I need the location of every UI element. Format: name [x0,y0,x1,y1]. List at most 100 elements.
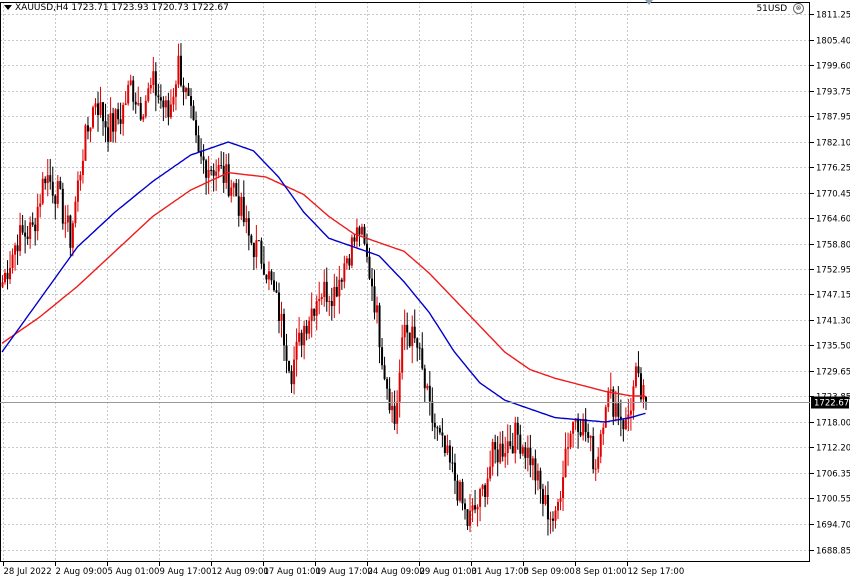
candle-body [398,372,401,402]
candle-body [481,485,484,490]
candle-body [262,263,265,275]
candle-body [479,489,482,507]
candle-body [66,215,69,223]
candle-body [9,267,12,280]
candle-body [71,223,74,248]
y-tick-label: 1688.85 [816,547,850,557]
candle-body [436,427,439,429]
candle-body [318,299,321,302]
candle-body [428,385,431,402]
candle-body [159,97,162,101]
candle-body [418,347,421,349]
candle-body [217,165,220,172]
candle-body [202,156,205,161]
candle-body [466,509,469,526]
candle-body [122,104,125,124]
candle-body [112,113,115,132]
candle-body [456,480,459,501]
candle-body [577,418,580,433]
shift-marker-icon[interactable] [645,0,653,5]
candle-body [270,271,273,281]
candle-body [280,313,283,321]
candle-body [134,101,137,105]
candle-body [504,453,507,457]
current-price-label: 1722.67 [814,399,849,409]
y-tick-label: 1747.15 [816,291,850,301]
y-tick-label: 1706.35 [816,470,850,480]
close-icon[interactable]: ⊗ [793,3,804,14]
candle-body [210,169,213,171]
symbol-info-label: XAUUSD,H4 1723.71 1723.93 1720.73 1722.6… [4,3,229,13]
candle-body [554,510,557,521]
candle-body [579,432,582,436]
candle-body [335,286,338,297]
chart-area[interactable]: 1811.25 1805.40 1799.60 1793.75 1787.95 1782.… [0,0,850,577]
candle-body [469,510,472,526]
candle-body [371,278,374,287]
candle-body [607,390,610,408]
candle-body [338,279,341,297]
candle-body [46,175,49,184]
candle-body [59,181,62,189]
indicator-label: 51USD ⊗ [756,3,804,14]
y-tick-label: 1735.50 [816,342,850,352]
candle-body [24,232,27,237]
candle-body [624,419,627,430]
candle-body [272,280,275,291]
candle-body [14,245,17,255]
candle-body [458,481,461,501]
candle-body [594,468,597,470]
candle-body [142,116,145,120]
candle-body [408,332,411,347]
y-tick-label: 1811.25 [816,11,850,21]
candle-body [230,187,233,196]
candle-body [102,102,105,122]
candle-body [207,169,210,178]
candle-body [383,365,386,380]
x-tick-label: 17 Aug 01:00 [264,567,321,576]
y-tick-label: 1799.60 [816,62,850,72]
candle-body [154,71,157,96]
candle-body [587,432,590,438]
candle-body [423,368,426,389]
x-tick-label: 8 Sep 01:00 [576,567,627,576]
x-tick-label: 24 Aug 09:00 [368,567,425,576]
candle-body [501,443,504,457]
candle-body [252,242,255,258]
candle-body [614,403,617,417]
candle-body [139,103,142,120]
candle-body [200,151,203,157]
candle-body [531,458,534,466]
candle-body [172,96,175,105]
candle-body [644,397,647,402]
candle-body [197,135,200,152]
candle-body [137,103,140,105]
candle-body [117,109,120,120]
candle-body [358,227,361,235]
candle-body [602,427,605,435]
candle-body [232,183,235,188]
candle-body [192,105,195,121]
indicator-text: 51USD [756,4,788,14]
candle-body [386,379,389,389]
candle-body [489,466,492,479]
candle-body [564,448,567,478]
y-tick-label: 1729.65 [816,368,850,378]
candle-body [401,337,404,373]
candle-body [484,485,487,497]
y-tick-label: 1758.80 [816,241,850,251]
candle-body [19,225,22,252]
candle-body [84,125,87,161]
candle-body [511,446,514,454]
candle-body [328,301,331,303]
price-chart-canvas[interactable]: 1811.25 1805.40 1799.60 1793.75 1787.95 1782.… [0,0,850,577]
candle-body [298,332,301,342]
x-tick-label: 19 Aug 17:00 [316,567,373,576]
candle-body [486,478,489,497]
candle-body [499,443,502,463]
candle-body [343,263,346,282]
candle-body [453,462,456,481]
candle-body [190,96,193,106]
candle-body [86,125,89,132]
candle-body [182,85,185,93]
